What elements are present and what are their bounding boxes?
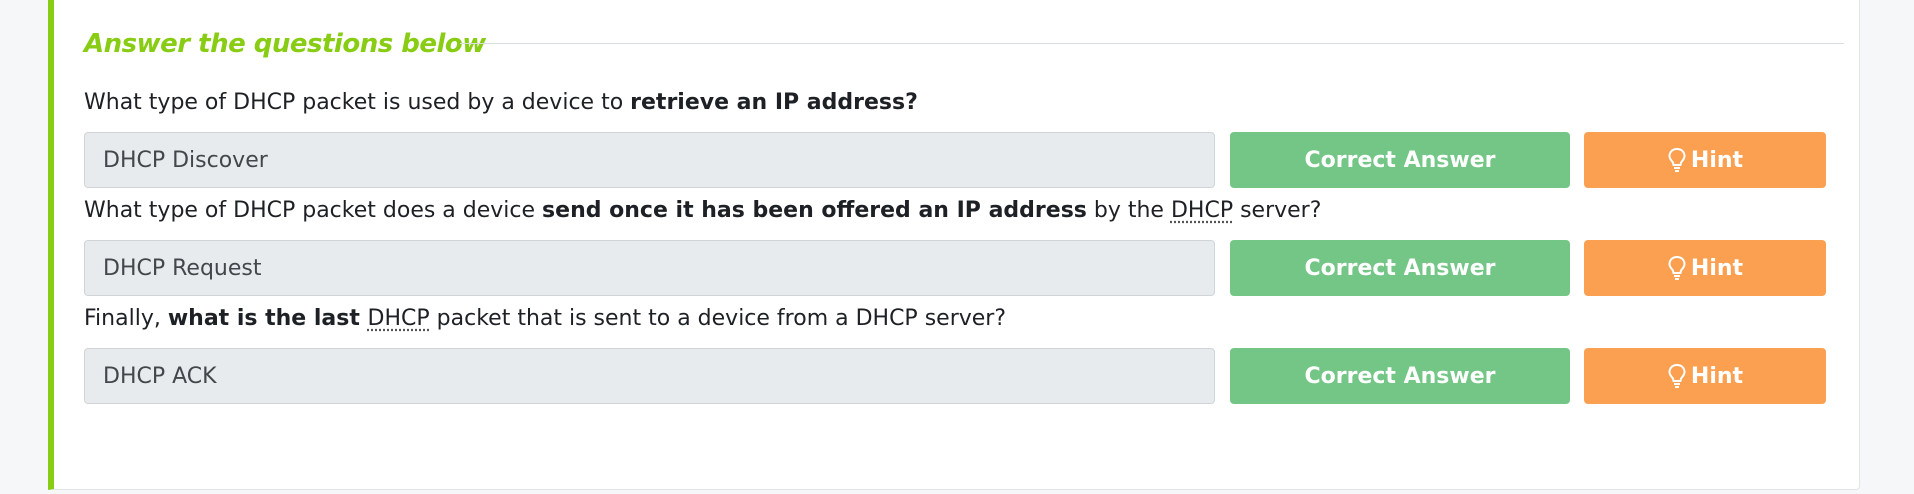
question-fragment: packet that is sent to a device from a D… [429,306,1007,331]
correct-answer-button[interactable]: Correct Answer [1230,348,1570,404]
question-card: Answer the questions below What type of … [48,0,1860,490]
question-text: Finally, what is the last DHCP packet th… [84,304,1844,334]
question-emphasis: what is the last [167,306,368,331]
answer-input[interactable] [84,348,1215,404]
hint-label: Hint [1690,363,1744,389]
hint-label: Hint [1690,255,1744,281]
correct-answer-button[interactable]: Correct Answer [1230,240,1570,296]
answer-input[interactable] [84,240,1215,296]
hint-button[interactable]: Hint [1584,132,1826,188]
question-text: What type of DHCP packet is used by a de… [84,88,1844,118]
lightbulb-icon [1668,147,1686,172]
abbreviation: DHCP [367,306,430,331]
question-fragment: What type of DHCP packet does a device [84,198,543,223]
abbreviation: DHCP [1170,198,1234,223]
section-title: Answer the questions below [84,29,486,59]
question-fragment: What type of DHCP packet is used by a de… [84,90,631,115]
correct-answer-label: Correct Answer [1304,255,1496,281]
question-fragment: by the [1086,198,1171,223]
question-block-1: What type of DHCP packet is used by a de… [84,88,1844,188]
correct-answer-label: Correct Answer [1304,363,1496,389]
header-divider [460,43,1844,44]
question-emphasis: send once it has been offered an IP addr… [542,198,1087,223]
hint-button[interactable]: Hint [1584,240,1826,296]
question-text: What type of DHCP packet does a device s… [84,196,1844,226]
answer-row: Correct Answer Hint [84,348,1844,404]
section-header: Answer the questions below [84,24,1844,64]
answer-row: Correct Answer Hint [84,240,1844,296]
question-fragment: Finally, [84,306,168,331]
lightbulb-icon [1668,363,1686,388]
answer-row: Correct Answer Hint [84,132,1844,188]
hint-button[interactable]: Hint [1584,348,1826,404]
question-emphasis: retrieve an IP address? [630,90,918,115]
answer-input[interactable] [84,132,1215,188]
question-fragment: server? [1233,198,1322,223]
question-block-3: Finally, what is the last DHCP packet th… [84,304,1844,404]
hint-label: Hint [1690,147,1744,173]
question-block-2: What type of DHCP packet does a device s… [84,196,1844,296]
correct-answer-label: Correct Answer [1304,147,1496,173]
lightbulb-icon [1668,255,1686,280]
correct-answer-button[interactable]: Correct Answer [1230,132,1570,188]
